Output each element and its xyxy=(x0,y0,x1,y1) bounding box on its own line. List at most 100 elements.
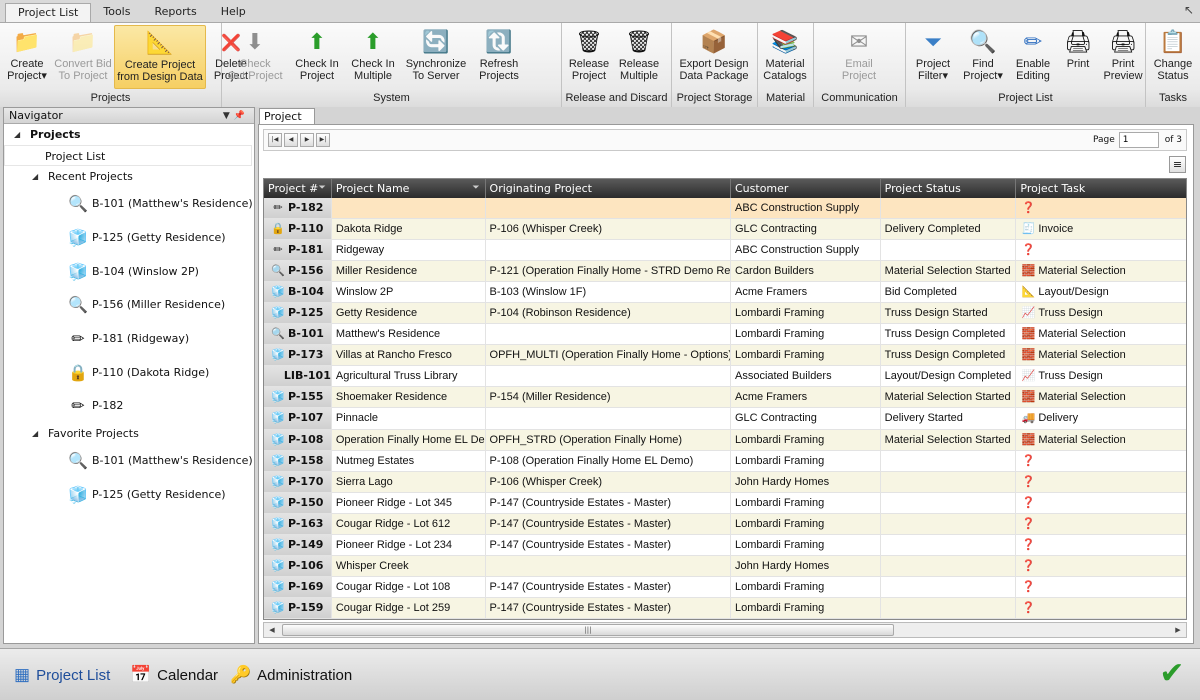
table-row[interactable]: 🧊 B-104 Winslow 2P B-103 (Winslow 1F) Acme F… xyxy=(264,282,1186,304)
refresh-projects-button[interactable]: 🔃 Refresh Projects xyxy=(474,25,524,89)
table-row[interactable]: 🧊 P-155 Shoemaker Residence P-154 (Miller R… xyxy=(264,387,1186,409)
nav-project-item[interactable]: 🧊 B-104 (Winslow 2P) xyxy=(4,254,254,288)
table-row[interactable]: 🧊 P-170 Sierra Lago P-106 (Whisper Creek) Jo… xyxy=(264,471,1186,493)
project-task-cell: 🚚 Delivery xyxy=(1016,408,1186,428)
bottom-nav-calendar[interactable]: 📅 Calendar xyxy=(130,663,218,687)
first-page-icon[interactable]: |◀ xyxy=(268,133,282,147)
release-project-button[interactable]: 🗑 Release Project xyxy=(564,25,614,89)
nav-project-item[interactable]: 🧊 P-125 (Getty Residence) xyxy=(4,478,254,512)
nav-projects-node[interactable]: ◢ Projects xyxy=(4,124,254,145)
nav-project-item[interactable]: 🔍 B-101 (Matthew's Residence) xyxy=(4,187,254,221)
check-out-project-button[interactable]: ⬇ Check Out Project xyxy=(224,25,286,89)
document-tab-project-list[interactable]: Project List xyxy=(259,108,315,138)
dropdown-arrow-icon[interactable]: ▼ xyxy=(223,111,234,121)
menu-tab-tools[interactable]: Tools xyxy=(91,3,142,22)
nav-project-item[interactable]: 🔍 P-156 (Miller Residence) xyxy=(4,288,254,322)
project-filter-button[interactable]: ⏷ Project Filter▾ xyxy=(908,25,958,89)
release-multiple-button[interactable]: 🗑 Release Multiple xyxy=(614,25,664,89)
nav-project-item[interactable]: 🔒 P-110 (Dakota Ridge) xyxy=(4,355,254,389)
scroll-left-icon[interactable]: ◀ xyxy=(265,624,279,636)
print-button[interactable]: 🖨 Print xyxy=(1058,25,1098,89)
project-task-cell: ❓ xyxy=(1016,240,1186,260)
create-project-from-design-data-button[interactable]: 📐 Create Project from Design Data xyxy=(114,25,206,89)
nav-project-item[interactable]: 🧊 P-125 (Getty Residence) xyxy=(4,221,254,255)
scrollbar-thumb[interactable]: ||| xyxy=(282,624,894,636)
column-header-project-name[interactable]: Project Name ⏷ xyxy=(332,179,486,198)
find-project-button[interactable]: 🔍 Find Project▾ xyxy=(958,25,1008,89)
nav-project-item[interactable]: ✏ P-181 (Ridgeway) xyxy=(4,322,254,356)
table-row[interactable]: ✏ P-182 ABC Construction Supply ❓ xyxy=(264,198,1186,220)
enable-editing-button[interactable]: ✏ Enable Editing xyxy=(1008,25,1058,89)
check-in-multiple-button[interactable]: ⬆ Check In Multiple xyxy=(348,25,398,89)
table-row[interactable]: 🧊 P-150 Pioneer Ridge - Lot 345 P-147 (Coun… xyxy=(264,492,1186,514)
export-design-data-button[interactable]: 📦 Export Design Data Package xyxy=(674,25,754,89)
menu-tab-help[interactable]: Help xyxy=(209,3,258,22)
table-row[interactable]: 🧊 P-107 Pinnacle GLC Contracting Delivery St… xyxy=(264,408,1186,430)
filter-icon[interactable]: ⏷ xyxy=(472,179,479,198)
table-row[interactable]: 🧊 P-163 Cougar Ridge - Lot 612 P-147 (Count… xyxy=(264,513,1186,535)
column-header-project-task[interactable]: Project Task xyxy=(1016,179,1186,198)
synchronize-to-server-button[interactable]: 🔄 Synchronize To Server xyxy=(398,25,474,89)
table-row[interactable]: 🔒 P-110 Dakota Ridge P-106 (Whisper Creek) G… xyxy=(264,219,1186,241)
nav-project-label: P-125 (Getty Residence) xyxy=(92,231,226,245)
collapse-triangle-icon[interactable]: ◢ xyxy=(32,172,48,181)
pin-icon[interactable]: 📌 xyxy=(234,111,249,121)
project-status-cell xyxy=(881,471,1017,492)
nav-favorite-projects-node[interactable]: ◢ Favorite Projects xyxy=(4,423,254,444)
task-icon: ❓ xyxy=(1021,559,1036,572)
calendar-icon: 📅 xyxy=(130,665,152,684)
collapse-triangle-icon[interactable]: ◢ xyxy=(32,429,48,438)
table-row[interactable]: 🧊 P-169 Cougar Ridge - Lot 108 P-147 (Count… xyxy=(264,576,1186,598)
prev-page-icon[interactable]: ◀ xyxy=(284,133,298,147)
nav-project-label: B-101 (Matthew's Residence) xyxy=(92,197,253,211)
column-header-customer[interactable]: Customer xyxy=(731,179,881,198)
customer-cell: Acme Framers xyxy=(731,282,881,303)
column-header-originating-project[interactable]: Originating Project xyxy=(486,179,731,198)
filter-icon[interactable]: ⏷ xyxy=(319,179,326,198)
print-preview-button[interactable]: 🖨 Print Preview xyxy=(1098,25,1148,89)
check-in-project-button[interactable]: ⬆ Check In Project xyxy=(286,25,348,89)
project-task-cell: ❓ xyxy=(1016,451,1186,471)
table-row[interactable]: 🧊 P-108 Operation Finally Home EL Demo OPFH… xyxy=(264,429,1186,451)
project-task-cell: 🧱 Material Selection xyxy=(1016,324,1186,344)
bottom-nav-project-list[interactable]: ▦ Project List xyxy=(14,663,110,687)
table-row[interactable]: 🧊 P-158 Nutmeg Estates P-108 (Operation Fin… xyxy=(264,450,1186,472)
table-row[interactable]: 🧊 P-106 Whisper Creek John Hardy Homes ❓ xyxy=(264,555,1186,577)
menu-tab-project-list[interactable]: Project List xyxy=(5,3,92,22)
change-status-button[interactable]: 📋 Change Status xyxy=(1148,25,1198,89)
table-row[interactable]: 🔍 P-156 Miller Residence P-121 (Operation F… xyxy=(264,261,1186,283)
project-state-icon: 🧊 xyxy=(271,537,285,551)
horizontal-scrollbar[interactable]: ◀ ||| ▶ xyxy=(263,622,1187,638)
project-state-icon: 🧊 xyxy=(271,411,285,425)
column-header-project-number[interactable]: Project # ⏷ xyxy=(264,179,332,198)
table-row[interactable]: 🧊 P-149 Pioneer Ridge - Lot 234 P-147 (Coun… xyxy=(264,534,1186,556)
nav-project-list[interactable]: Project List xyxy=(4,145,252,166)
nav-recent-projects-node[interactable]: ◢ Recent Projects xyxy=(4,166,254,187)
scroll-right-icon[interactable]: ▶ xyxy=(1171,624,1185,636)
table-row[interactable]: 🧊 P-125 Getty Residence P-104 (Robinson Res… xyxy=(264,303,1186,325)
column-header-project-status[interactable]: Project Status xyxy=(881,179,1017,198)
table-row[interactable]: 🔍 B-101 Matthew's Residence Lombardi Framin… xyxy=(264,324,1186,346)
convert-bid-button[interactable]: 📁 Convert Bid To Project xyxy=(52,25,114,89)
project-status-cell: Bid Completed xyxy=(881,282,1017,303)
create-project-button[interactable]: 📁 Create Project▾ xyxy=(2,25,52,89)
bottom-nav-administration[interactable]: 🔑 Administration xyxy=(230,663,352,687)
last-page-icon[interactable]: ▶| xyxy=(316,133,330,147)
next-page-icon[interactable]: ▶ xyxy=(300,133,314,147)
table-row[interactable]: ✏ P-181 Ridgeway ABC Construction Supply ❓ xyxy=(264,240,1186,262)
collapse-triangle-icon[interactable]: ◢ xyxy=(14,130,30,139)
project-task-cell: 🧱 Material Selection xyxy=(1016,430,1186,450)
mouse-cursor-icon: ↖ xyxy=(1183,3,1194,17)
nav-project-item[interactable]: ✏ P-182 xyxy=(4,389,254,423)
project-status-cell: Truss Design Started xyxy=(881,303,1017,324)
table-row[interactable]: 🧊 P-159 Cougar Ridge - Lot 259 P-147 (Count… xyxy=(264,597,1186,619)
table-row[interactable]: LIB-101 Agricultural Truss Library Associa… xyxy=(264,366,1186,388)
menu-tab-reports[interactable]: Reports xyxy=(142,3,208,22)
material-catalogs-button[interactable]: 📚 Material Catalogs xyxy=(760,25,810,89)
project-state-icon: 🧊 xyxy=(271,285,285,299)
table-row[interactable]: 🧊 P-173 Villas at Rancho Fresco OPFH_MULTI … xyxy=(264,345,1186,367)
column-chooser-icon[interactable]: ≡ xyxy=(1169,156,1186,173)
nav-project-item[interactable]: 🔍 B-101 (Matthew's Residence) xyxy=(4,444,254,478)
email-project-button[interactable]: ✉ Email Project xyxy=(834,25,884,89)
page-number-input[interactable] xyxy=(1118,132,1159,148)
